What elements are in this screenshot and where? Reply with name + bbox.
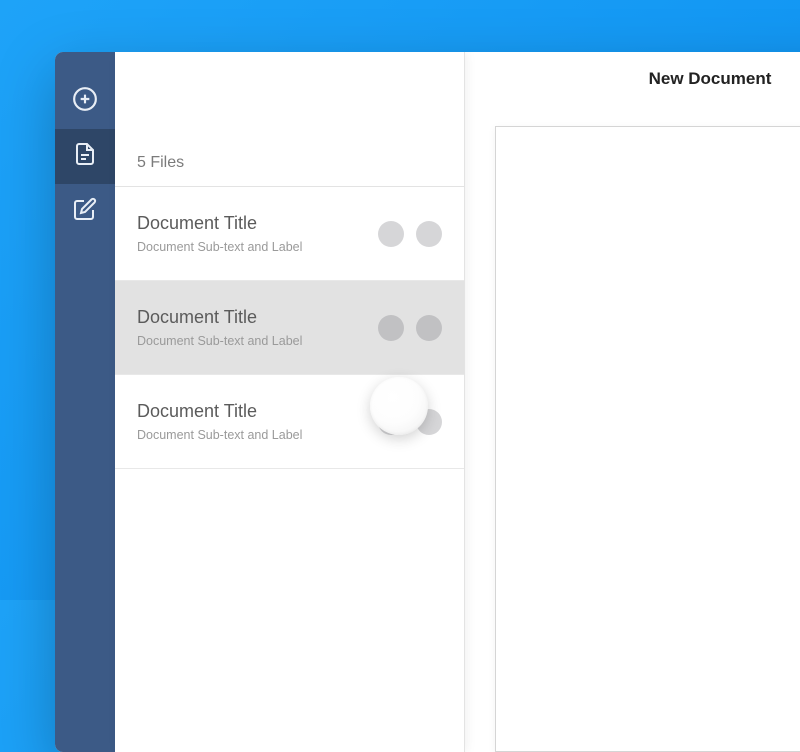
nav-rail (55, 52, 115, 752)
file-count-label: 5 Files (137, 154, 442, 172)
app-window: 5 Files Document Title Document Sub-text… (55, 52, 800, 752)
file-meta: Document Title Document Sub-text and Lab… (137, 213, 302, 254)
touch-cursor-indicator (370, 377, 428, 435)
file-title: Document Title (137, 307, 302, 328)
action-dot[interactable] (378, 315, 404, 341)
action-dot[interactable] (416, 315, 442, 341)
file-subtitle: Document Sub-text and Label (137, 240, 302, 254)
document-canvas[interactable] (495, 126, 800, 752)
file-subtitle: Document Sub-text and Label (137, 428, 302, 442)
file-actions (378, 315, 442, 341)
file-meta: Document Title Document Sub-text and Lab… (137, 401, 302, 442)
nav-add[interactable] (55, 74, 115, 129)
file-item[interactable]: Document Title Document Sub-text and Lab… (115, 281, 464, 375)
nav-documents[interactable] (55, 129, 115, 184)
file-item[interactable]: Document Title Document Sub-text and Lab… (115, 187, 464, 281)
action-dot[interactable] (416, 221, 442, 247)
file-actions (378, 221, 442, 247)
file-title: Document Title (137, 213, 302, 234)
file-title: Document Title (137, 401, 302, 422)
action-dot[interactable] (378, 221, 404, 247)
file-meta: Document Title Document Sub-text and Lab… (137, 307, 302, 348)
document-title-header: New Document (465, 52, 800, 100)
plus-circle-icon (72, 86, 98, 117)
file-panel-header: 5 Files (115, 52, 464, 187)
main-area: New Document (465, 52, 800, 752)
file-subtitle: Document Sub-text and Label (137, 334, 302, 348)
nav-compose[interactable] (55, 184, 115, 239)
document-icon (73, 142, 97, 171)
edit-icon (73, 197, 97, 226)
